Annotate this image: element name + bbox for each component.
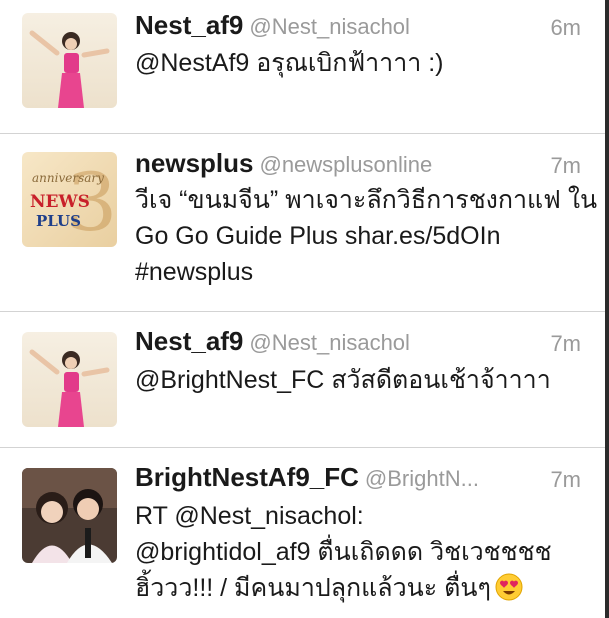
tweet-header: Nest_af9 @Nest_nisachol — [135, 10, 581, 41]
woman-in-pink-dress-avatar[interactable] — [22, 13, 117, 108]
tweet-row[interactable]: BrightNestAf9_FC @BrightN... 7m RT @Nest_… — [0, 448, 609, 618]
scroll-edge — [605, 0, 609, 618]
tweet-text-line: @brightidol_af9 ตื่นเถิดดด วิชเวชชชช — [135, 538, 552, 566]
tweet-header: Nest_af9 @Nest_nisachol — [135, 326, 581, 357]
avatar-caption-text: anniversary — [32, 171, 104, 185]
avatar-plus-text: PLUS — [36, 212, 81, 230]
tweet-timestamp: 7m — [550, 153, 581, 178]
author-name[interactable]: Nest_af9 — [135, 326, 243, 356]
tweet-text: @NestAf9 อรุณเบิกฟ้าาาา :) — [135, 45, 585, 81]
tweet-text-fragment: ฮิ้ววว!!! / มีคนมาปลุกแล้วนะ ตื่นๆ — [135, 574, 491, 602]
tweet-text-line: @BrightNest_FC สวัสดีตอนเช้าจ้าาาา — [135, 366, 551, 394]
timeline: Nest_af9 @Nest_nisachol 6m @NestAf9 อรุณเ… — [0, 0, 609, 618]
author-handle[interactable]: @BrightN... — [365, 466, 479, 491]
tweet-text-line: RT @Nest_nisachol: — [135, 502, 364, 530]
author-name[interactable]: Nest_af9 — [135, 10, 243, 40]
tweet-header: newsplus @newsplusonline — [135, 148, 581, 179]
tweet-header: BrightNestAf9_FC @BrightN... — [135, 462, 581, 493]
tweet-text-line[interactable]: Go Go Guide Plus shar.es/5dOIn — [135, 218, 585, 254]
tweet-timestamp: 6m — [550, 15, 581, 40]
couple-photo-avatar[interactable] — [22, 468, 117, 563]
tweet-row[interactable]: Nest_af9 @Nest_nisachol 6m @NestAf9 อรุณเ… — [0, 0, 609, 134]
hashtag-link[interactable]: #newsplus — [135, 254, 585, 290]
woman-in-pink-dress-avatar[interactable] — [22, 332, 117, 427]
tweet-text-line: @NestAf9 อรุณเบิกฟ้าาาา :) — [135, 49, 444, 77]
tweet-text: วีเจ “ขนมจีน” พาเจาะลึกวิธีการชงกาแฟ ใน … — [135, 182, 598, 290]
author-name[interactable]: BrightNestAf9_FC — [135, 462, 359, 492]
tweet-text: @BrightNest_FC สวัสดีตอนเช้าจ้าาาา — [135, 362, 585, 398]
tweet-timestamp: 7m — [550, 331, 581, 356]
heart-eyes-emoji-icon — [495, 573, 523, 601]
tweet-row[interactable]: Nest_af9 @Nest_nisachol 7m @BrightNest_FC… — [0, 312, 609, 448]
author-name[interactable]: newsplus — [135, 148, 253, 178]
tweet-row[interactable]: 3 anniversary NEWS PLUS newsplus @newsplu… — [0, 134, 609, 312]
tweet-text-line: วีเจ “ขนมจีน” พาเจาะลึกวิธีการชงกาแฟ ใน — [135, 186, 598, 214]
author-handle[interactable]: @Nest_nisachol — [249, 14, 410, 39]
avatar-news-text: NEWS — [30, 192, 90, 212]
tweet-text-line: ฮิ้ววว!!! / มีคนมาปลุกแล้วนะ ตื่นๆ — [135, 570, 585, 606]
author-handle[interactable]: @Nest_nisachol — [249, 330, 410, 355]
news-plus-logo-avatar[interactable]: 3 anniversary NEWS PLUS — [22, 152, 117, 247]
tweet-text: RT @Nest_nisachol: @brightidol_af9 ตื่นเ… — [135, 498, 585, 606]
tweet-timestamp: 7m — [550, 467, 581, 492]
author-handle[interactable]: @newsplusonline — [259, 152, 432, 177]
